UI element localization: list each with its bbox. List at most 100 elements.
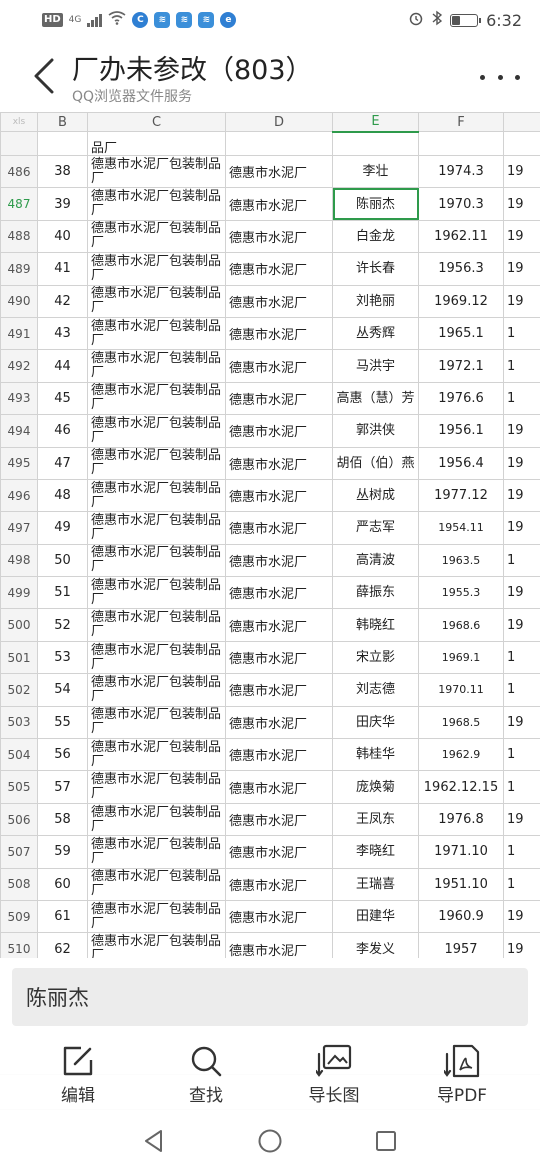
cell-e[interactable]: 李发义 (332, 932, 419, 958)
cell-g[interactable]: 19 (503, 478, 540, 513)
row-header[interactable]: 489 (0, 252, 38, 286)
cell-d[interactable]: 德惠市水泥厂 (225, 511, 333, 545)
cell-f[interactable]: 1976.8 (418, 802, 504, 837)
cell-e[interactable]: 许长春 (332, 252, 419, 286)
cell-c[interactable]: 德惠市水泥厂包装制品厂 (87, 219, 226, 254)
cell-c[interactable]: 德惠市水泥厂包装制品厂 (87, 802, 226, 837)
cell-f[interactable]: 1965.1 (418, 316, 504, 351)
cell-f[interactable]: 1970.11 (418, 673, 504, 707)
cell-e[interactable]: 韩桂华 (332, 738, 419, 772)
cell[interactable] (225, 131, 333, 156)
cell-b[interactable]: 61 (37, 899, 88, 934)
cell-c[interactable]: 德惠市水泥厂包装制品厂 (87, 770, 226, 804)
cell-d[interactable]: 德惠市水泥厂 (225, 284, 333, 318)
cell-e[interactable]: 严志军 (332, 511, 419, 545)
cell-f[interactable]: 1972.1 (418, 349, 504, 383)
cell-e[interactable]: 高惠（慧）芳 (332, 381, 419, 416)
cell-e[interactable]: 刘艳丽 (332, 284, 419, 318)
cell-e[interactable]: 韩晓红 (332, 608, 419, 642)
cell-g[interactable]: 19 (503, 219, 540, 254)
row-header[interactable]: 504 (0, 738, 38, 772)
cell-f[interactable]: 1962.12.15 (418, 770, 504, 804)
cell-d[interactable]: 德惠市水泥厂 (225, 478, 333, 513)
cell-g[interactable]: 1 (503, 835, 540, 869)
cell-c[interactable]: 德惠市水泥厂包装制品厂 (87, 673, 226, 707)
cell-b[interactable]: 54 (37, 673, 88, 707)
row-header[interactable]: 488 (0, 219, 38, 254)
row-header[interactable]: 498 (0, 543, 38, 578)
find-button[interactable]: 查找 (156, 1043, 256, 1106)
column-header-e[interactable]: E (332, 112, 419, 133)
more-options-button[interactable] (480, 62, 520, 92)
row-header[interactable]: 493 (0, 381, 38, 416)
cell-d[interactable]: 德惠市水泥厂 (225, 543, 333, 578)
row-header[interactable]: 495 (0, 446, 38, 480)
cell-c[interactable]: 德惠市水泥厂包装制品厂 (87, 414, 226, 448)
cell-f[interactable]: 1951.10 (418, 867, 504, 901)
cell-e[interactable]: 丛树成 (332, 478, 419, 513)
cell-d[interactable]: 德惠市水泥厂 (225, 705, 333, 740)
cell-c[interactable]: 德惠市水泥厂包装制品厂 (87, 478, 226, 513)
cell-f[interactable]: 1957 (418, 932, 504, 958)
cell-d[interactable]: 德惠市水泥厂 (225, 316, 333, 351)
cell-c[interactable]: 德惠市水泥厂包装制品厂 (87, 284, 226, 318)
row-header[interactable]: 497 (0, 511, 38, 545)
cell-b[interactable]: 47 (37, 446, 88, 480)
cell-d[interactable]: 德惠市水泥厂 (225, 738, 333, 772)
cell-b[interactable]: 56 (37, 738, 88, 772)
cell-c[interactable]: 德惠市水泥厂包装制品厂 (87, 576, 226, 610)
cell-e[interactable]: 田庆华 (332, 705, 419, 740)
cell-f[interactable]: 1956.3 (418, 252, 504, 286)
cell-f[interactable]: 1954.11 (418, 511, 504, 545)
cell-e[interactable]: 高清波 (332, 543, 419, 578)
cell-b[interactable]: 42 (37, 284, 88, 318)
cell-b[interactable]: 62 (37, 932, 88, 958)
cell-d[interactable]: 德惠市水泥厂 (225, 446, 333, 480)
row-header[interactable]: 510 (0, 932, 38, 958)
cell-g[interactable]: 1 (503, 316, 540, 351)
cell[interactable] (37, 131, 88, 156)
cell-d[interactable]: 德惠市水泥厂 (225, 608, 333, 642)
cell-c[interactable]: 德惠市水泥厂包装制品厂 (87, 899, 226, 934)
row-header[interactable]: 505 (0, 770, 38, 804)
nav-recents-button[interactable] (368, 1123, 404, 1159)
cell-b[interactable]: 46 (37, 414, 88, 448)
cell-e[interactable]: 王瑞喜 (332, 867, 419, 901)
cell-b[interactable]: 53 (37, 640, 88, 675)
cell-d[interactable]: 德惠市水泥厂 (225, 899, 333, 934)
cell-g[interactable]: 1 (503, 770, 540, 804)
cell-b[interactable]: 52 (37, 608, 88, 642)
cell-g[interactable]: 19 (503, 511, 540, 545)
cell-d[interactable]: 德惠市水泥厂 (225, 673, 333, 707)
cell-b[interactable]: 57 (37, 770, 88, 804)
cell-d[interactable]: 德惠市水泥厂 (225, 932, 333, 958)
cell-b[interactable]: 44 (37, 349, 88, 383)
cell-d[interactable]: 德惠市水泥厂 (225, 640, 333, 675)
cell-g[interactable]: 19 (503, 705, 540, 740)
column-header-d[interactable]: D (225, 112, 333, 132)
cell-g[interactable]: 1 (503, 349, 540, 383)
cell-g[interactable]: 1 (503, 867, 540, 901)
cell-b[interactable]: 38 (37, 154, 88, 189)
row-header[interactable]: 499 (0, 576, 38, 610)
cell-g[interactable]: 19 (503, 899, 540, 934)
cell-f[interactable]: 1968.5 (418, 705, 504, 740)
cell-g[interactable]: 19 (503, 932, 540, 958)
column-header-c[interactable]: C (87, 112, 226, 132)
cell-b[interactable]: 50 (37, 543, 88, 578)
cell-f[interactable]: 1970.3 (418, 187, 504, 221)
cell-f[interactable]: 1960.9 (418, 899, 504, 934)
back-button[interactable] (24, 54, 64, 98)
cell-g[interactable]: 19 (503, 576, 540, 610)
row-header[interactable]: 506 (0, 802, 38, 837)
row-header[interactable]: 508 (0, 867, 38, 901)
cell-e[interactable]: 马洪宇 (332, 349, 419, 383)
cell-d[interactable]: 德惠市水泥厂 (225, 219, 333, 254)
selected-cell[interactable]: 陈丽杰 (332, 187, 419, 221)
cell-f[interactable]: 1968.6 (418, 608, 504, 642)
cell-b[interactable]: 60 (37, 867, 88, 901)
nav-back-button[interactable] (136, 1123, 172, 1159)
edit-button[interactable]: 编辑 (28, 1043, 128, 1106)
cell-g[interactable]: 1 (503, 673, 540, 707)
cell-b[interactable]: 43 (37, 316, 88, 351)
